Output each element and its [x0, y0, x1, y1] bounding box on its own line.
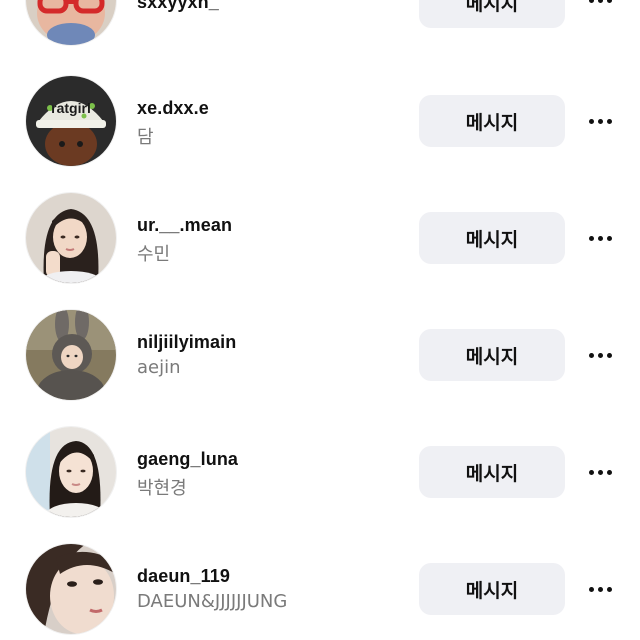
following-list: sxxyyxn_ 메시지 ratgirl xe.dxx.e 담 메시지 ur._… [0, 0, 640, 640]
dot-icon [597, 352, 603, 358]
display-name: aejin [137, 357, 181, 378]
dot-icon [588, 352, 594, 358]
dot-icon [588, 586, 594, 592]
dot-icon [597, 0, 603, 3]
username[interactable]: ur.__.mean [137, 215, 232, 236]
username[interactable]: xe.dxx.e [137, 98, 209, 119]
avatar[interactable] [26, 0, 116, 45]
message-button[interactable]: 메시지 [419, 563, 565, 615]
message-button[interactable]: 메시지 [419, 95, 565, 147]
more-options-button[interactable] [584, 228, 616, 248]
more-options-button[interactable] [584, 345, 616, 365]
dot-icon [597, 118, 603, 124]
avatar[interactable] [26, 427, 116, 517]
list-item[interactable]: daeun_119 DAEUN&JJJJJJUNG 메시지 [0, 527, 640, 640]
avatar[interactable] [26, 193, 116, 283]
dot-icon [606, 0, 612, 3]
display-name: 담 [137, 127, 154, 148]
dot-icon [597, 235, 603, 241]
more-options-button[interactable] [584, 111, 616, 131]
avatar-woman-photo-icon [26, 193, 116, 283]
list-item[interactable]: sxxyyxn_ 메시지 [0, 0, 640, 59]
dot-icon [588, 235, 594, 241]
list-item[interactable]: ur.__.mean 수민 메시지 [0, 176, 640, 293]
list-item[interactable]: ratgirl xe.dxx.e 담 메시지 [0, 59, 640, 176]
display-name: 수민 [137, 244, 171, 265]
avatar-woman-closeup-photo-icon [26, 544, 116, 634]
message-button[interactable]: 메시지 [419, 329, 565, 381]
list-item[interactable]: gaeng_luna 박현경 메시지 [0, 410, 640, 527]
message-button[interactable]: 메시지 [419, 0, 565, 28]
username[interactable]: gaeng_luna [137, 449, 238, 470]
avatar-bunny-costume-photo-icon [26, 310, 116, 400]
avatar[interactable] [26, 310, 116, 400]
dot-icon [606, 352, 612, 358]
dot-icon [597, 469, 603, 475]
dot-icon [588, 469, 594, 475]
avatar-ratgirl-cap-photo-icon: ratgirl [26, 76, 116, 166]
dot-icon [606, 586, 612, 592]
avatar-woman-selfie-photo-icon [26, 427, 116, 517]
message-button[interactable]: 메시지 [419, 212, 565, 264]
avatar[interactable]: ratgirl [26, 76, 116, 166]
username[interactable]: sxxyyxn_ [137, 0, 219, 13]
dot-icon [588, 118, 594, 124]
username[interactable]: daeun_119 [137, 566, 230, 587]
dot-icon [606, 118, 612, 124]
dot-icon [597, 586, 603, 592]
svg-text:ratgirl: ratgirl [51, 100, 91, 116]
more-options-button[interactable] [584, 462, 616, 482]
display-name: DAEUN&JJJJJJUNG [137, 591, 288, 612]
more-options-button[interactable] [584, 0, 616, 10]
avatar[interactable] [26, 544, 116, 634]
avatar-red-glasses-photo-icon [26, 0, 116, 45]
username[interactable]: niljiilyimain [137, 332, 236, 353]
message-button[interactable]: 메시지 [419, 446, 565, 498]
display-name: 박현경 [137, 478, 187, 499]
dot-icon [606, 469, 612, 475]
more-options-button[interactable] [584, 579, 616, 599]
dot-icon [588, 0, 594, 3]
dot-icon [606, 235, 612, 241]
list-item[interactable]: niljiilyimain aejin 메시지 [0, 293, 640, 410]
